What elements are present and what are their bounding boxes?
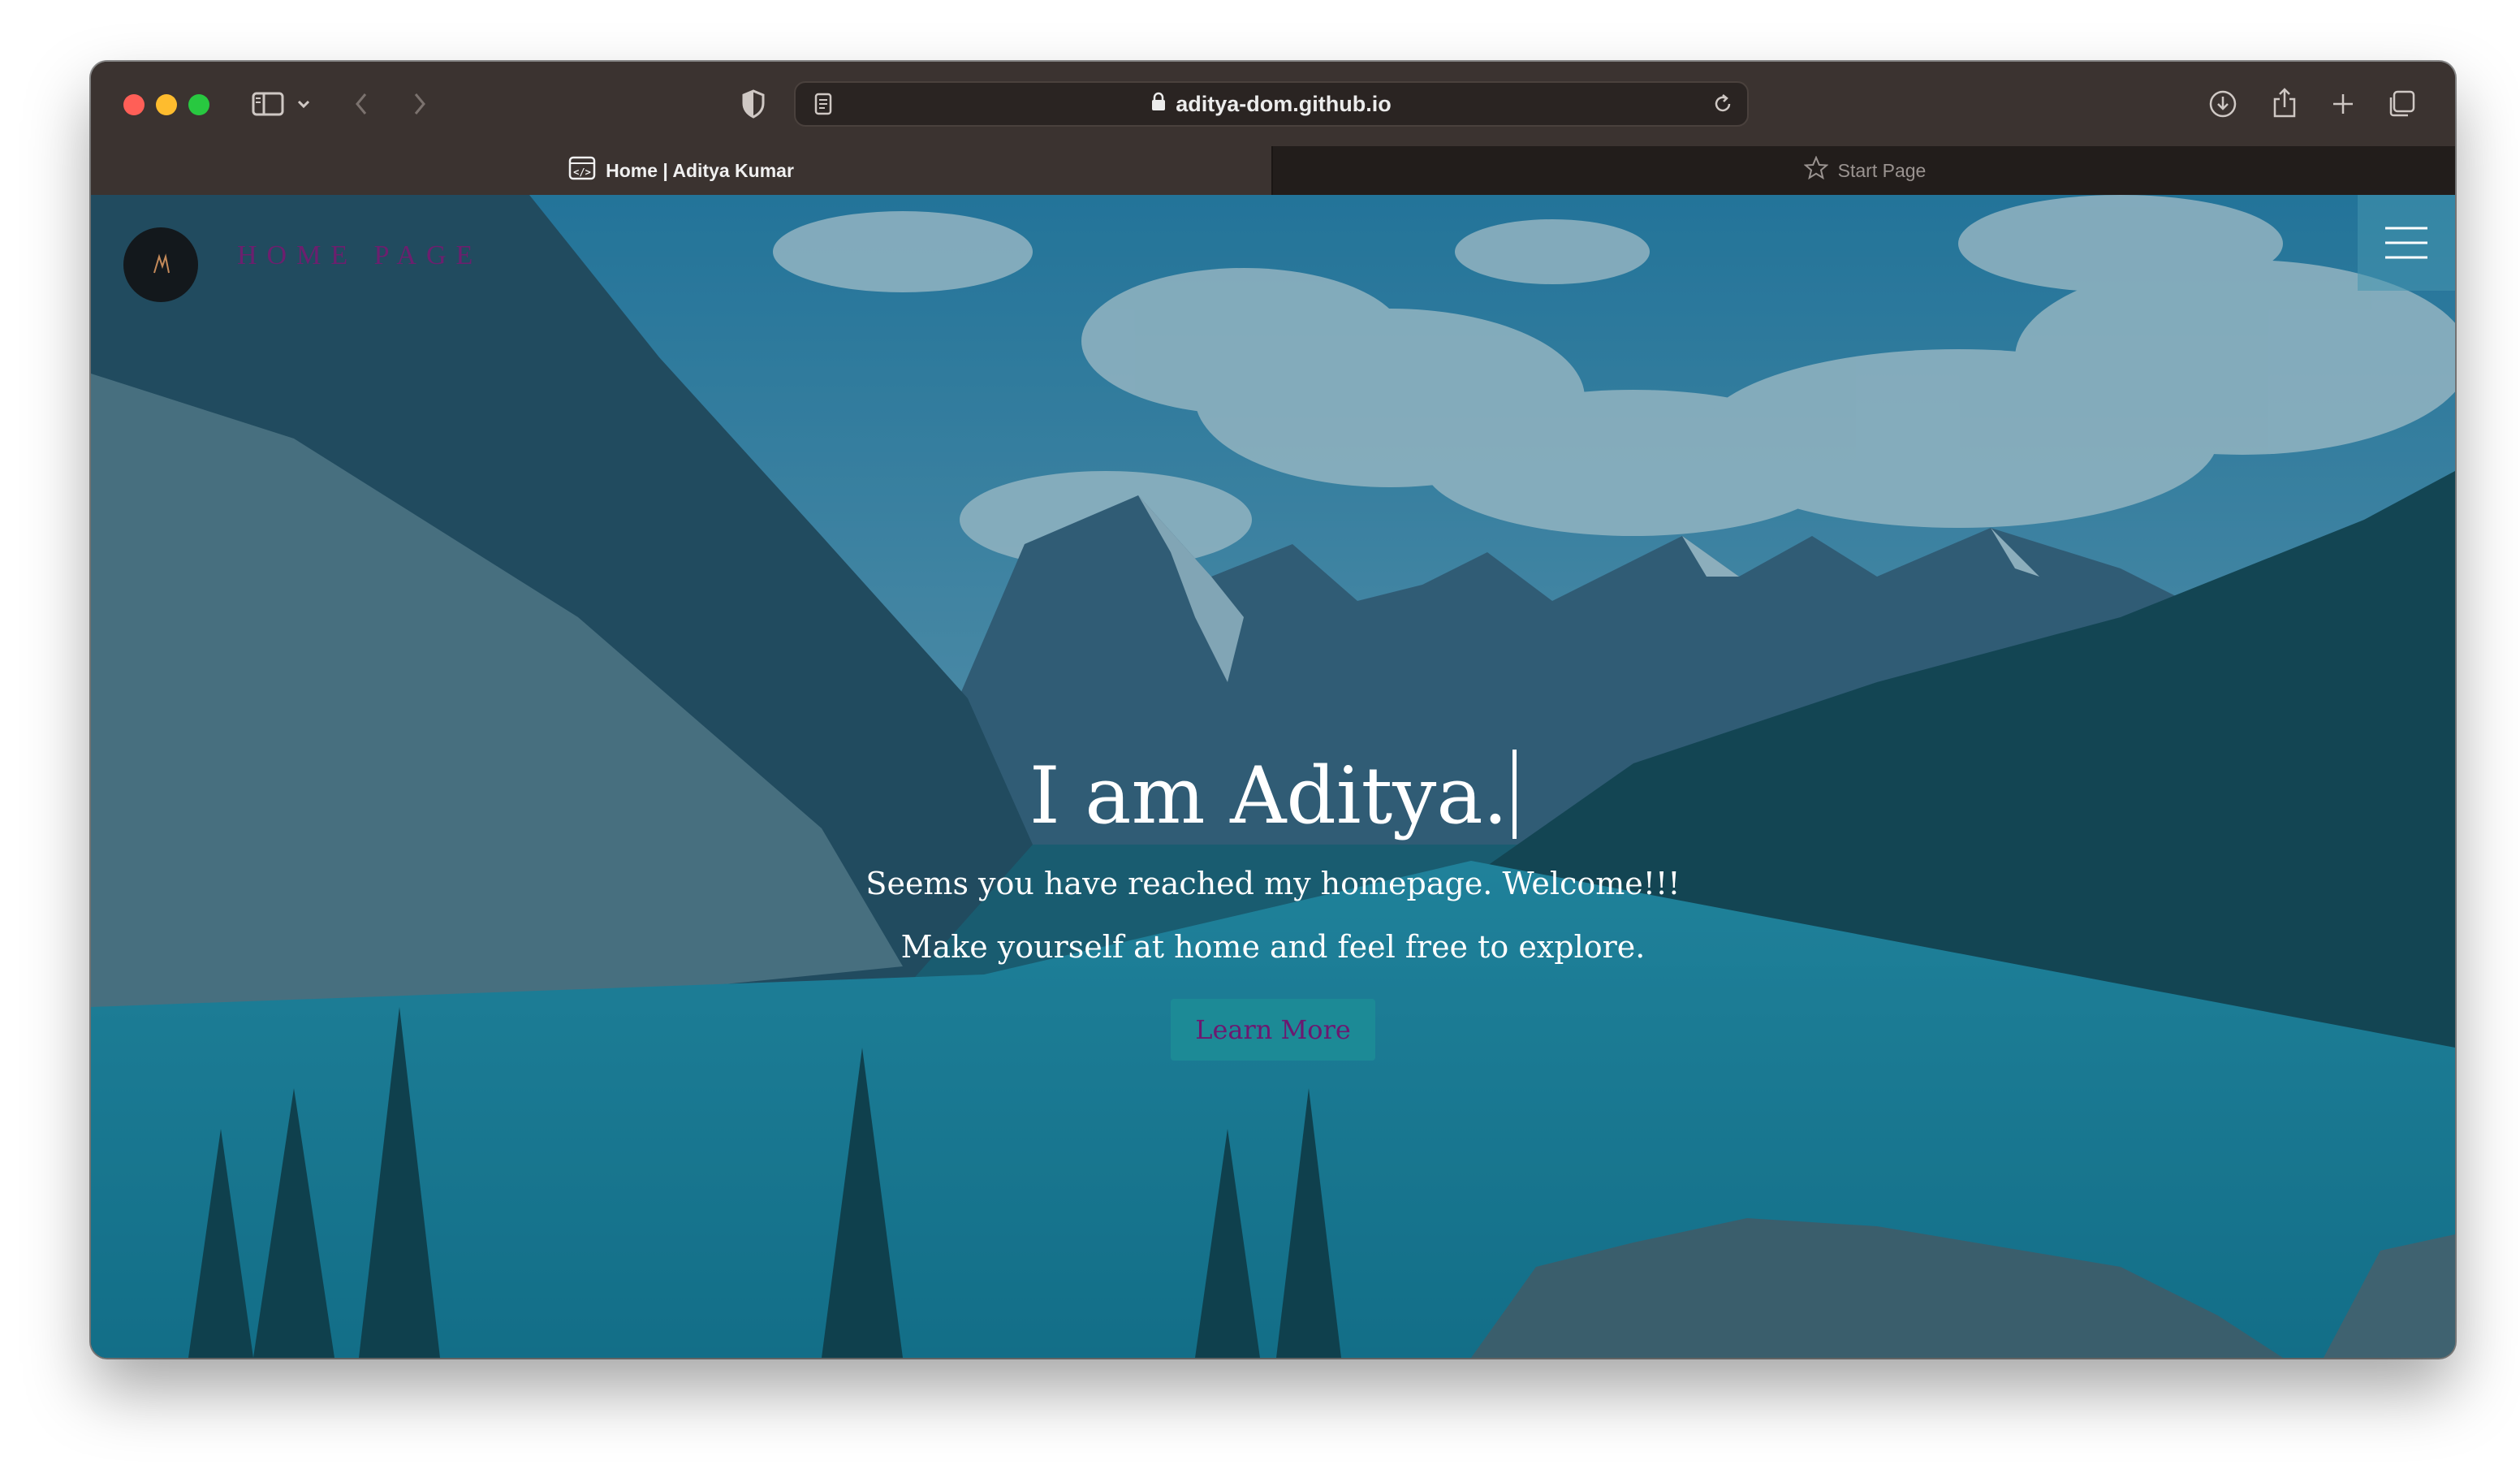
browser-titlebar: aditya-dom.github.io xyxy=(91,62,2455,146)
site-favicon-icon: </> xyxy=(568,156,596,185)
menu-button[interactable] xyxy=(2358,195,2455,291)
close-window-button[interactable] xyxy=(123,94,145,115)
lock-icon xyxy=(1151,92,1166,117)
star-icon xyxy=(1803,155,1829,185)
url-display[interactable]: aditya-dom.github.io xyxy=(796,83,1747,125)
downloads-icon[interactable] xyxy=(2205,86,2241,122)
tab-label: Start Page xyxy=(1837,159,1927,181)
privacy-shield-icon[interactable] xyxy=(737,88,770,120)
back-arrow-icon[interactable] xyxy=(349,89,373,119)
logo-mark-icon xyxy=(153,253,170,274)
reload-icon[interactable] xyxy=(1710,91,1736,117)
typing-cursor xyxy=(1512,750,1517,839)
hamburger-icon xyxy=(2385,227,2427,259)
tab-bar: </> Home | Aditya Kumar Start Page xyxy=(91,146,2455,195)
tab-home[interactable]: </> Home | Aditya Kumar xyxy=(91,146,1271,195)
browser-window: aditya-dom.github.io </> Home | Aditya K… xyxy=(91,62,2455,1358)
home-page-link[interactable]: HOME PAGE xyxy=(237,240,482,271)
learn-more-button[interactable]: Learn More xyxy=(1171,999,1375,1061)
share-icon[interactable] xyxy=(2267,83,2302,122)
tab-label: Home | Aditya Kumar xyxy=(606,159,794,181)
sidebar-toggle-icon[interactable] xyxy=(250,89,286,119)
chevron-down-icon[interactable] xyxy=(294,94,313,114)
svg-text:</>: </> xyxy=(573,166,591,178)
hero-welcome-text: Seems you have reached my homepage. Welc… xyxy=(865,866,1681,901)
hero-explore-text: Make yourself at home and feel free to e… xyxy=(900,929,1646,965)
address-bar[interactable]: aditya-dom.github.io xyxy=(794,81,1749,127)
new-tab-icon[interactable] xyxy=(2327,88,2359,120)
tab-overview-icon[interactable] xyxy=(2384,86,2419,122)
page-viewport: HOME PAGE I am Aditya. Seems you have re… xyxy=(91,195,2455,1358)
zoom-window-button[interactable] xyxy=(188,94,209,115)
hero-title-wrap: I am Aditya. xyxy=(91,747,2455,845)
forward-arrow-icon[interactable] xyxy=(408,89,432,119)
site-logo[interactable] xyxy=(123,227,198,302)
hero-title: I am Aditya. xyxy=(1029,750,1508,841)
minimize-window-button[interactable] xyxy=(156,94,177,115)
url-text: aditya-dom.github.io xyxy=(1176,91,1392,116)
hero-section: I am Aditya. Seems you have reached my h… xyxy=(91,747,2455,1061)
tab-start-page[interactable]: Start Page xyxy=(1271,146,2455,195)
